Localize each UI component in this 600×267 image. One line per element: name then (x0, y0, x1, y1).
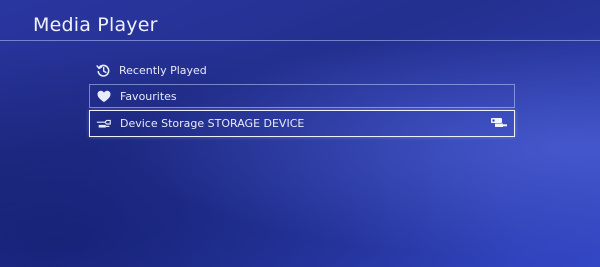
menu-item-label: Favourites (120, 89, 177, 103)
menu-item-label: Device Storage STORAGE DEVICE (120, 117, 305, 130)
menu-item-favourites[interactable]: Favourites (89, 84, 515, 108)
usb-icon (490, 117, 508, 131)
history-icon (95, 62, 111, 78)
menu-item-device-storage[interactable]: Device Storage STORAGE DEVICE (89, 110, 515, 137)
media-source-list: Recently Played Favourites Device Storag… (89, 58, 515, 139)
menu-item-recently-played[interactable]: Recently Played (89, 58, 515, 82)
menu-item-label: Recently Played (119, 63, 207, 77)
title-divider (0, 40, 600, 41)
usb-icon (96, 116, 112, 132)
page-title: Media Player (33, 14, 158, 36)
heart-icon (96, 88, 112, 104)
